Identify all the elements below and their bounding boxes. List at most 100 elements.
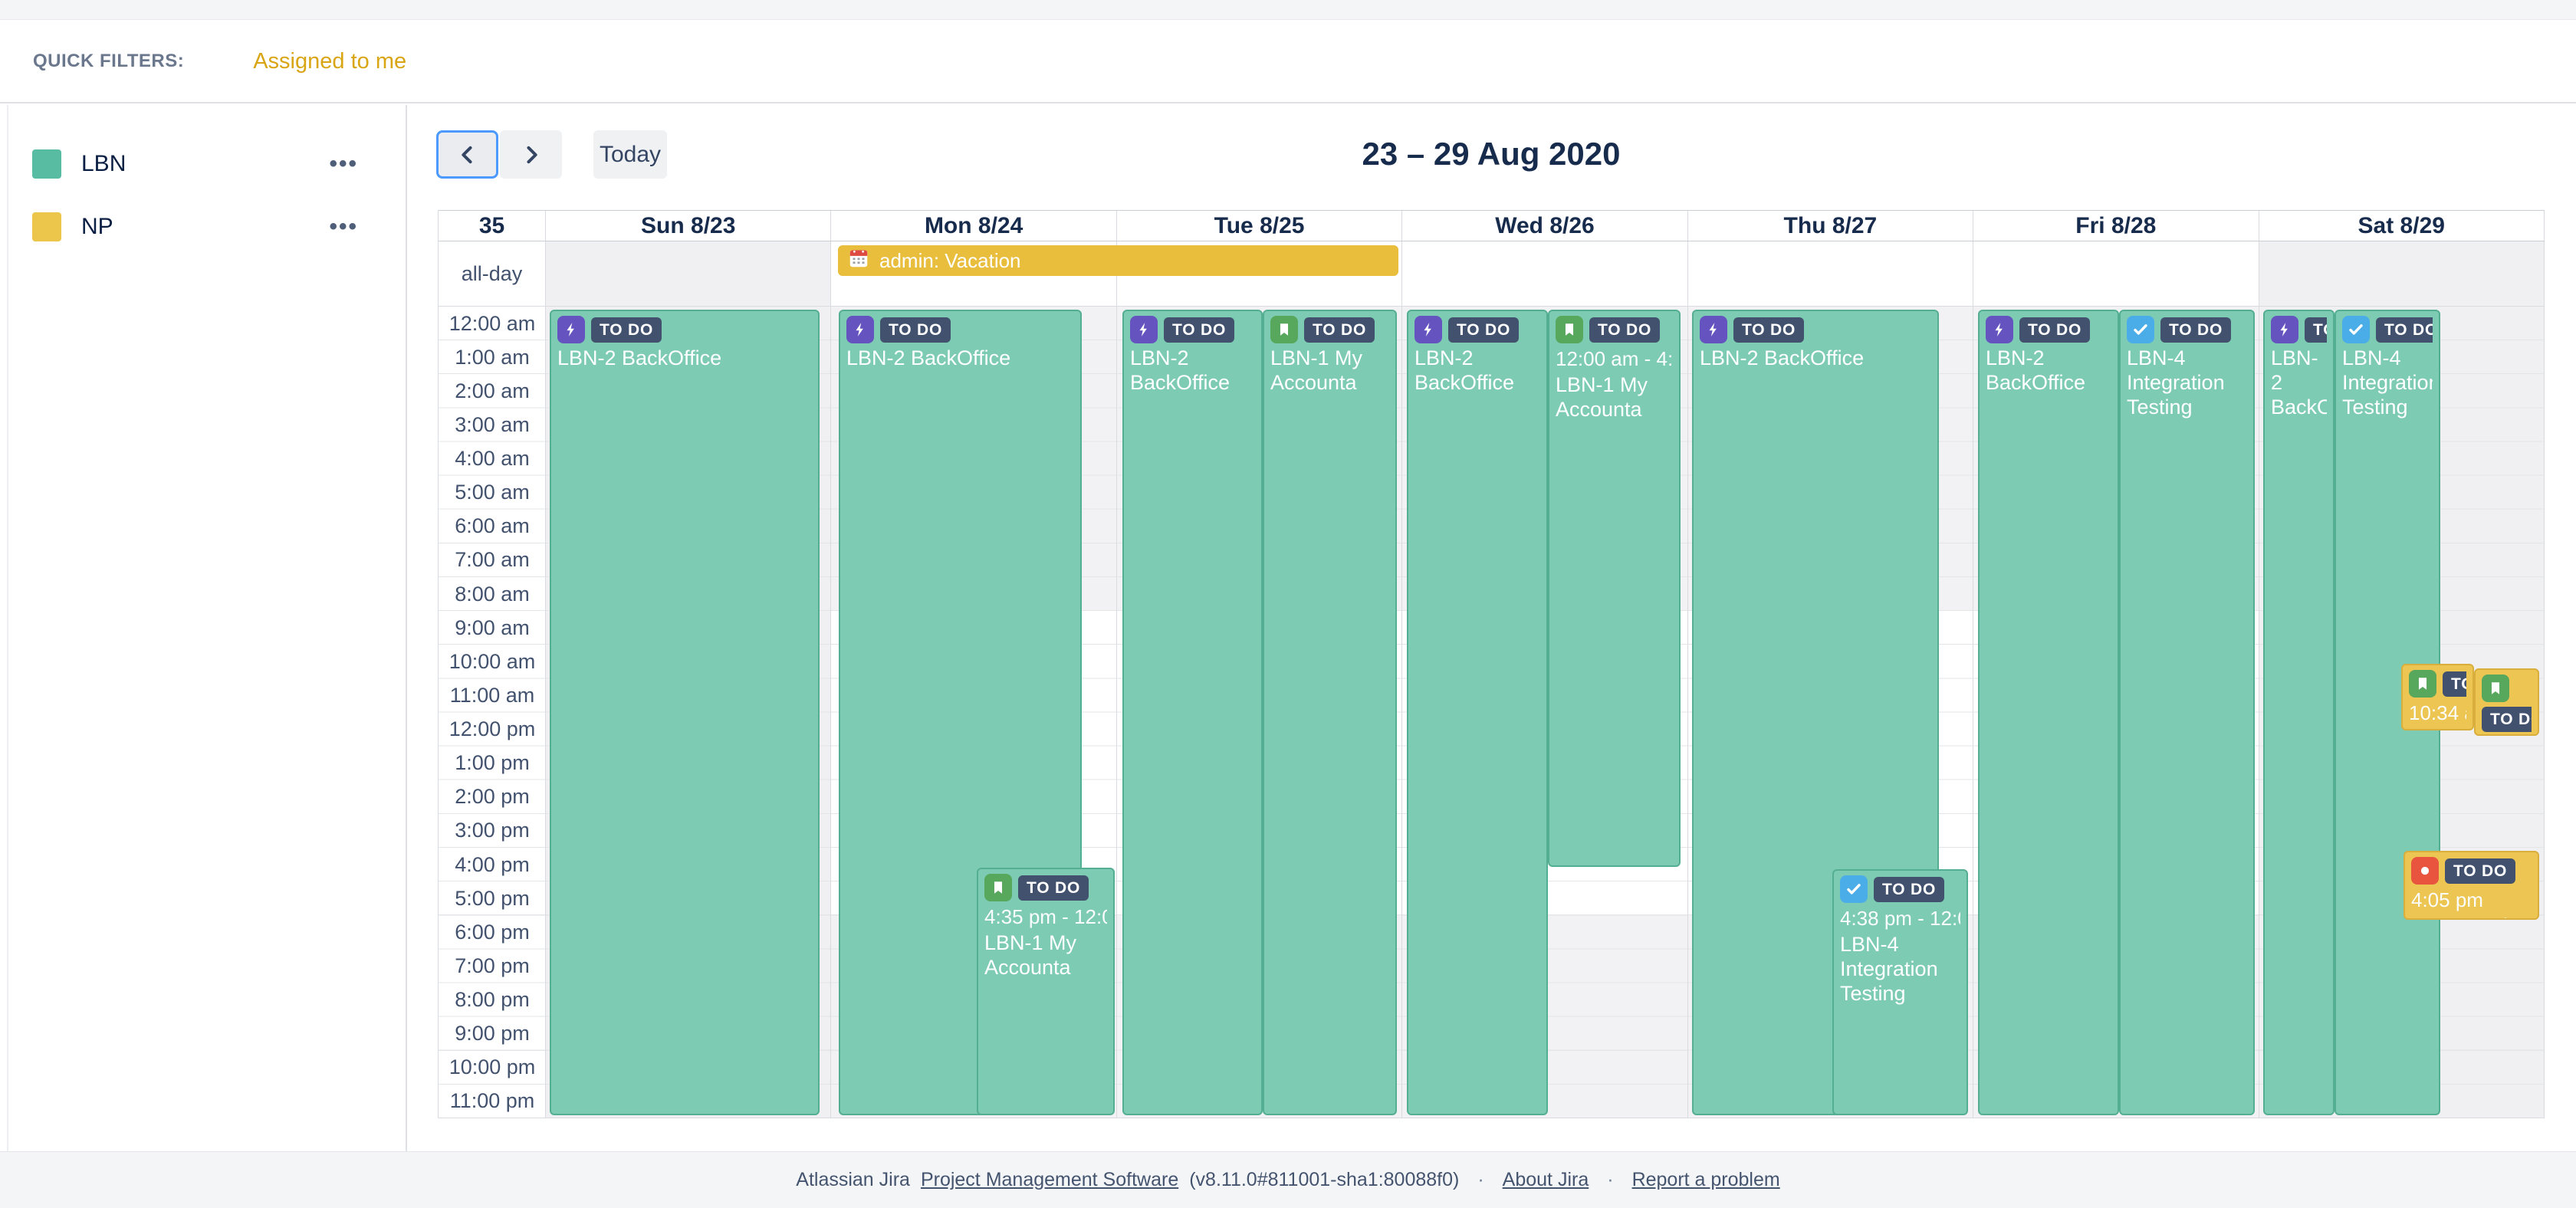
event-chip[interactable]: TO DO LBN-2 BackOffice: [2263, 310, 2334, 1115]
event-chip-header: TO DO: [2342, 316, 2433, 343]
event-chip[interactable]: TO DO LBN-2 BackOffice: [1978, 310, 2119, 1115]
event-time: 10:34 am: [2409, 701, 2466, 724]
event-chip[interactable]: TO DO 4:38 pm - 12:00 am LBN-4 Integration…: [1832, 869, 1968, 1115]
event-time: 4:05 pm: [2411, 888, 2483, 911]
sidebar-item-project-lbn[interactable]: LBN •••: [0, 133, 406, 195]
day-header: Wed 8/26: [1402, 211, 1688, 241]
time-label: 6:00 pm: [455, 920, 530, 944]
event-chip[interactable]: TO DO LBN-2 BackOffice: [1407, 310, 1548, 1115]
quick-filters-label: QUICK FILTERS:: [33, 51, 185, 71]
time-label: 3:00 am: [455, 412, 530, 436]
time-label: 9:00 pm: [455, 1022, 530, 1046]
day-header: Thu 8/27: [1687, 211, 1974, 241]
time-label: 7:00 am: [455, 548, 530, 572]
epic-icon: [1130, 316, 1158, 343]
event-chip-header: TO DO: [2482, 675, 2532, 732]
event-chip-header: TO DO: [1986, 316, 2111, 343]
story-icon: [2482, 675, 2509, 702]
event-chip[interactable]: TO DO 10:34 am NP-1: [2401, 664, 2474, 730]
allday-event-vacation[interactable]: admin: Vacation: [838, 245, 1398, 276]
allday-cell[interactable]: [1688, 241, 1974, 306]
chevron-right-icon: [526, 146, 537, 163]
time-label: 11:00 am: [449, 683, 535, 707]
event-title: LBN-4 Integration Testing: [2127, 346, 2225, 419]
footer-separator: ·: [1477, 1169, 1484, 1190]
event-chip[interactable]: TO DO 4:05 pm NP-3 Prod: [2404, 851, 2539, 920]
quick-filters-bar: QUICK FILTERS: Assigned to me: [0, 21, 2576, 103]
allday-cell[interactable]: [546, 241, 832, 306]
status-badge: TO DO: [1018, 875, 1089, 901]
status-badge: TO DO: [1304, 317, 1375, 343]
event-chip-header: TO DO: [2411, 857, 2532, 885]
event-chip[interactable]: TO DO LBN-2 BackOffice: [1122, 310, 1263, 1115]
time-label: 10:00 am: [449, 649, 536, 673]
today-button[interactable]: Today: [593, 130, 667, 179]
event-chip[interactable]: TO DO10:34 am: [2474, 668, 2539, 736]
event-chip[interactable]: TO DO LBN-1 My Accounta: [1263, 310, 1397, 1115]
epic-icon: [1986, 316, 2013, 343]
event-chip-header: TO DO: [1130, 316, 1255, 343]
day-header: Mon 8/24: [831, 211, 1117, 241]
time-grid: 12:00 am 1:00 am 2:00 am 3:00 am 4:00 am 5:00…: [439, 307, 2545, 1118]
event-chip-header: TO DO: [1414, 316, 1540, 343]
time-label: 4:00 pm: [455, 852, 530, 876]
events-layer: TO DO LBN-2 BackOffice TO DO LBN-2 BackOffi…: [547, 307, 2545, 1118]
story-icon: [1556, 316, 1583, 343]
event-chip-header: TO DO: [1556, 316, 1673, 343]
event-chip[interactable]: TO DO 4:35 pm - 12:00 am LBN-1 My Accounta: [977, 868, 1115, 1115]
time-label: 8:00 am: [455, 582, 530, 606]
prev-week-button[interactable]: [436, 130, 498, 179]
event-chip-header: TO DO: [1270, 316, 1389, 343]
time-label: 3:00 pm: [455, 819, 530, 842]
next-week-button[interactable]: [500, 130, 562, 179]
chevron-left-icon: [461, 146, 472, 163]
epic-icon: [1414, 316, 1442, 343]
time-label: 2:00 pm: [455, 785, 530, 809]
top-strip: [0, 0, 2576, 20]
status-badge: TO DO: [2445, 858, 2516, 884]
project-menu-button[interactable]: •••: [329, 214, 358, 240]
time-label: 4:00 am: [455, 447, 530, 470]
quick-filter-assigned-to-me[interactable]: Assigned to me: [253, 49, 406, 74]
footer-separator: ·: [1607, 1169, 1614, 1190]
allday-cell[interactable]: [2259, 241, 2545, 306]
allday-row: all-day admin: Vacation: [439, 241, 2545, 307]
footer-about-link[interactable]: About Jira: [1503, 1169, 1589, 1191]
project-list: LBN ••• NP •••: [0, 105, 406, 258]
sidebar-item-project-np[interactable]: NP •••: [0, 195, 406, 258]
event-chip[interactable]: TO DO LBN-4 Integration Testing: [2119, 310, 2255, 1115]
story-icon: [1270, 316, 1298, 343]
epic-icon: [1700, 316, 1727, 343]
day-header: Sun 8/23: [546, 211, 832, 241]
status-badge: TO DO: [2482, 707, 2532, 732]
page-footer: Atlassian Jira Project Management Softwa…: [0, 1151, 2576, 1208]
time-label: 2:00 am: [455, 379, 530, 402]
footer-report-link[interactable]: Report a problem: [1632, 1169, 1780, 1191]
status-badge: TO DO: [1874, 876, 1945, 902]
event-title: LBN-1 My Accounta: [1556, 373, 1648, 421]
task-icon: [1840, 875, 1868, 903]
allday-cell[interactable]: [1973, 241, 2259, 306]
event-chip[interactable]: TO DO LBN-2 BackOffice: [550, 310, 820, 1115]
time-label: 6:00 am: [455, 514, 530, 538]
status-badge: TO DO: [2305, 317, 2327, 343]
epic-icon: [846, 316, 874, 343]
footer-software-link[interactable]: Project Management Software: [921, 1169, 1178, 1191]
allday-cell[interactable]: [1402, 241, 1688, 306]
project-menu-button[interactable]: •••: [329, 151, 358, 177]
status-badge: TO DO: [1589, 317, 1661, 343]
event-title: LBN-2 BackOffice: [2271, 346, 2327, 419]
event-title: LBN-2 BackOffice: [1414, 346, 1515, 394]
event-chip[interactable]: TO DO 12:00 am - 4:35 pm LBN-1 My Accounta: [1548, 310, 1681, 867]
time-label: 10:00 pm: [449, 1055, 536, 1079]
project-color-swatch: [32, 212, 61, 241]
week-calendar: 35 Sun 8/23 Mon 8/24 Tue 8/25 Wed 8/26 Thu 8…: [438, 210, 2545, 1118]
day-header: Tue 8/25: [1116, 211, 1403, 241]
calendar-emoji-icon: [847, 247, 870, 275]
status-badge: TO DO: [2160, 317, 2232, 343]
event-time: 4:38 pm - 12:00 am: [1840, 907, 1960, 930]
event-chip-header: TO DO: [1840, 875, 1960, 903]
time-label: 5:00 am: [455, 481, 530, 504]
time-label: 11:00 pm: [449, 1089, 535, 1113]
event-chip-header: TO DO: [557, 316, 812, 343]
